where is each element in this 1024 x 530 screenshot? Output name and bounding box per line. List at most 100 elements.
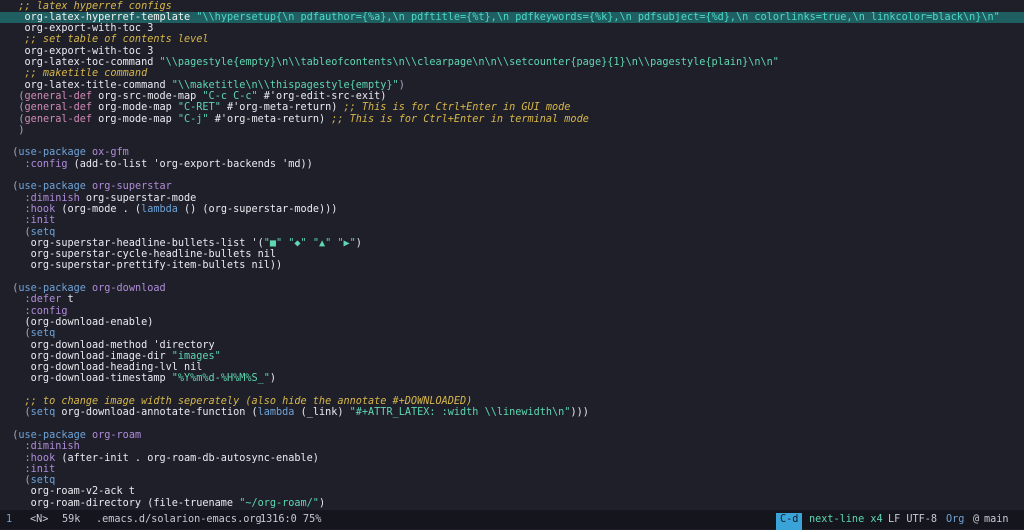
code-line[interactable]: ) <box>0 125 1024 136</box>
code-line[interactable]: (general-def org-mode-map "C-RET" #'org-… <box>0 102 1024 113</box>
code-line[interactable]: org-latex-title-command "\\maketitle\n\\… <box>0 80 1024 91</box>
code-token-paren: ( <box>0 147 19 159</box>
code-token-builtin: general-def <box>24 90 93 102</box>
code-token-comment: ;; maketitle command <box>0 68 148 80</box>
code-line[interactable]: org-download-timestamp "%Y%m%d-%H%M%S_") <box>0 373 1024 384</box>
code-line[interactable]: org-latex-hyperref-template "\\hypersetu… <box>0 11 1024 24</box>
code-line[interactable] <box>0 170 1024 181</box>
code-token-keyword: :config <box>0 158 68 170</box>
code-line[interactable]: :init <box>0 464 1024 475</box>
code-line[interactable]: (use-package org-roam <box>0 430 1024 441</box>
editor-buffer[interactable]: ;; latex hyperref configs org-latex-hype… <box>0 0 1024 510</box>
code-line[interactable]: :config <box>0 306 1024 317</box>
file-encoding[interactable]: LF UTF-8 <box>888 511 937 528</box>
last-command: next-line x4 <box>809 514 883 525</box>
code-line[interactable]: ;; latex hyperref configs <box>0 1 1024 12</box>
code-line[interactable] <box>0 385 1024 396</box>
code-token-comment: ;; This is for Ctrl+Enter in GUI mode <box>343 102 571 114</box>
code-line[interactable]: :diminish <box>0 441 1024 452</box>
code-token-keyword: :hook <box>0 203 56 215</box>
code-token-keyword: org-superstar <box>92 181 172 193</box>
code-line[interactable]: :init <box>0 215 1024 226</box>
code-line[interactable]: :diminish org-superstar-mode <box>0 193 1024 204</box>
code-token-macro: setq <box>30 328 56 340</box>
code-token-default: org-mode-map <box>92 113 178 125</box>
code-line[interactable]: :hook (after-init . org-roam-db-autosync… <box>0 453 1024 464</box>
code-line[interactable]: (general-def org-src-mode-map "C-c C-c" … <box>0 91 1024 102</box>
major-mode[interactable]: Org <box>946 511 964 528</box>
code-line[interactable]: org-download-image-dir "images" <box>0 351 1024 362</box>
window-number: 1 <box>6 514 13 525</box>
code-token-default: org-src-mode-map <box>92 90 203 102</box>
code-token-macro: use-package <box>18 181 86 193</box>
code-token-paren: ( <box>0 283 19 294</box>
code-line[interactable]: org-latex-toc-command "\\pagestyle{empty… <box>0 57 1024 68</box>
code-line[interactable]: ;; to change image width seperately (als… <box>0 396 1024 407</box>
code-token-keyword: :config <box>0 305 68 317</box>
code-line[interactable]: (use-package org-download <box>0 283 1024 294</box>
code-token-macro: lambda <box>141 203 178 215</box>
code-token-default: org-mode-map <box>92 102 178 114</box>
code-line[interactable]: org-roam-v2-ack t <box>0 486 1024 497</box>
code-line[interactable]: (org-download-enable) <box>0 317 1024 328</box>
code-line[interactable]: (general-def org-mode-map "C-j" #'org-me… <box>0 114 1024 125</box>
code-token-paren: ) <box>0 124 25 136</box>
git-branch-icon: @ <box>973 514 980 525</box>
code-line[interactable]: ;; maketitle command <box>0 68 1024 79</box>
buffer-file-path[interactable]: .emacs.d/solarion-emacs.org <box>96 511 262 528</box>
code-token-default: ) <box>318 497 326 509</box>
code-token-paren: ) <box>398 79 405 91</box>
code-token-paren: ( <box>0 181 19 193</box>
code-line[interactable]: (use-package ox-gfm <box>0 147 1024 158</box>
code-line[interactable]: org-download-heading-lvl nil <box>0 362 1024 373</box>
code-token-default: org-export-with-toc 3 <box>0 45 154 57</box>
code-line[interactable]: :defer t <box>0 294 1024 305</box>
code-line[interactable]: (setq <box>0 475 1024 486</box>
code-token-builtin: general-def <box>24 113 93 125</box>
code-token-string: "#+ATTR_LATEX: :width \\linewidth\n" <box>349 407 571 419</box>
code-line[interactable] <box>0 272 1024 283</box>
code-line[interactable]: (use-package org-superstar <box>0 181 1024 192</box>
code-line[interactable]: (setq <box>0 328 1024 339</box>
code-line[interactable]: ;; set table of contents level <box>0 34 1024 45</box>
code-token-default: org-latex-hyperref-template <box>0 11 197 23</box>
code-token-builtin: general-def <box>24 102 93 114</box>
code-line[interactable]: org-export-with-toc 3 <box>0 46 1024 57</box>
code-line[interactable]: :hook (org-mode . (lambda () (org-supers… <box>0 204 1024 215</box>
code-line[interactable]: org-superstar-cycle-headline-bullets nil <box>0 249 1024 260</box>
code-token-default: () (org-superstar-mode))) <box>177 203 338 215</box>
code-token-default: #'org-meta-return) <box>220 102 344 114</box>
code-token-paren: ( <box>0 475 31 487</box>
code-line[interactable] <box>0 136 1024 147</box>
code-token-string: "C-c C-c" <box>202 90 258 102</box>
code-line[interactable]: org-superstar-prettify-item-bullets nil)… <box>0 260 1024 271</box>
code-token-default: (_link) <box>294 407 350 419</box>
code-token-keyword: :defer <box>0 294 62 306</box>
code-token-default: org-download-image-dir <box>0 350 172 362</box>
code-line[interactable]: (setq <box>0 227 1024 238</box>
code-token-default: org-download-annotate-function ( <box>55 407 258 419</box>
code-token-keyword: org-roam <box>92 429 142 441</box>
code-token-default: org-superstar-mode <box>79 192 197 204</box>
code-line[interactable]: org-superstar-headline-bullets-list '("■… <box>0 238 1024 249</box>
git-branch[interactable]: main <box>984 511 1009 528</box>
code-line[interactable] <box>0 419 1024 430</box>
code-line[interactable]: org-export-with-toc 3 <box>0 23 1024 34</box>
code-line[interactable]: :config (add-to-list 'org-export-backend… <box>0 159 1024 170</box>
code-token-default: (after-init . org-roam-db-autosync-enabl… <box>55 452 319 464</box>
code-token-keyword: :diminish <box>0 192 80 204</box>
code-line[interactable]: org-download-method 'directory <box>0 340 1024 351</box>
code-token-default: ))) <box>570 407 589 419</box>
code-token-keyword: ox-gfm <box>92 147 129 159</box>
code-token-macro: setq <box>30 226 56 238</box>
code-token-string: "\\maketitle\n\\thispagestyle{empty}" <box>171 79 399 91</box>
code-token-default: org-download-method 'directory <box>0 339 215 351</box>
code-token-paren: ( <box>0 429 19 441</box>
code-token-keyword: org-download <box>92 283 166 294</box>
code-token-string: "~/org-roam/" <box>239 497 319 509</box>
code-line[interactable]: org-roam-directory (file-truename "~/org… <box>0 498 1024 509</box>
code-line[interactable]: (setq org-download-annotate-function (la… <box>0 407 1024 418</box>
code-token-macro: use-package <box>18 283 86 294</box>
code-token-default: t <box>61 294 74 306</box>
code-token-comment: ;; latex hyperref configs <box>0 0 172 12</box>
